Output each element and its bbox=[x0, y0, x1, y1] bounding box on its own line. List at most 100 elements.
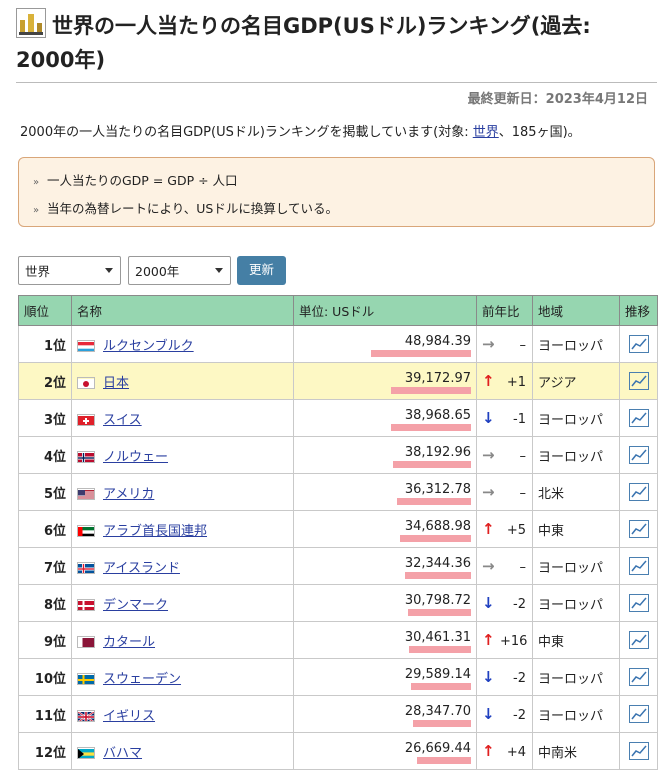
change-value: +4 bbox=[506, 745, 526, 760]
chevron-down-icon bbox=[215, 268, 223, 273]
value-text: 39,172.97 bbox=[404, 371, 471, 386]
header-value[interactable]: 単位: USドル bbox=[293, 295, 477, 326]
arrow-right-icon: → bbox=[482, 335, 495, 353]
region-cell: 北米 bbox=[532, 473, 620, 511]
value-cell: 28,347.70 bbox=[293, 695, 477, 733]
trend-chart-icon[interactable] bbox=[628, 483, 649, 501]
change-cell: ↑ +1 bbox=[476, 362, 533, 400]
trend-chart-icon[interactable] bbox=[628, 372, 649, 390]
header-rank[interactable]: 順位 bbox=[18, 295, 72, 326]
arrow-up-icon: ↑ bbox=[482, 372, 495, 390]
arrow-up-icon: ↑ bbox=[482, 742, 495, 760]
value-bar bbox=[391, 424, 471, 431]
table-row: 8位 デンマーク 30,798.72 ↓ -2 ヨーロッパ bbox=[18, 584, 658, 622]
trend-chart-icon[interactable] bbox=[628, 668, 649, 686]
country-link[interactable]: スイス bbox=[103, 413, 142, 428]
page-title: 世界の一人当たりの名目GDP(USドル)ランキング(過去: 2000年) bbox=[16, 8, 656, 77]
year-select[interactable]: 2000年 bbox=[128, 256, 231, 285]
country-link[interactable]: ルクセンブルク bbox=[103, 339, 194, 354]
change-value: – bbox=[519, 449, 527, 464]
description-prefix: 2000年の一人当たりの名目GDP(USドル)ランキングを掲載しています(対象: bbox=[20, 125, 473, 140]
rank-cell: 1位 bbox=[18, 325, 72, 363]
chevron-down-icon bbox=[105, 268, 113, 273]
rank-cell: 2位 bbox=[18, 362, 72, 400]
last-updated: 最終更新日：2023年4月12日 bbox=[467, 92, 648, 107]
table-row: 11位 イギリス 28,347.70 ↓ -2 ヨーロッパ bbox=[18, 695, 658, 733]
value-text: 26,669.44 bbox=[404, 741, 471, 756]
value-text: 36,312.78 bbox=[404, 482, 471, 497]
value-cell: 38,192.96 bbox=[293, 436, 477, 474]
value-bar bbox=[408, 609, 471, 616]
table-header-row: 順位 名称 単位: USドル 前年比 地域 推移 bbox=[18, 295, 658, 326]
change-cell: → – bbox=[476, 473, 533, 511]
world-link[interactable]: 世界 bbox=[473, 125, 499, 140]
arrow-right-icon: → bbox=[482, 446, 495, 464]
value-text: 38,968.65 bbox=[404, 408, 471, 423]
flag-icon bbox=[77, 487, 95, 500]
value-cell: 34,688.98 bbox=[293, 510, 477, 548]
value-bar bbox=[393, 461, 471, 468]
table-row: 4位 ノルウェー 38,192.96 → – ヨーロッパ bbox=[18, 436, 658, 474]
trend-cell bbox=[619, 362, 658, 400]
change-value: +16 bbox=[500, 634, 528, 649]
region-select[interactable]: 世界 bbox=[18, 256, 121, 285]
value-cell: 30,461.31 bbox=[293, 621, 477, 659]
header-name[interactable]: 名称 bbox=[71, 295, 294, 326]
trend-chart-icon[interactable] bbox=[628, 446, 649, 464]
change-value: -2 bbox=[513, 597, 526, 612]
flag-icon bbox=[77, 635, 95, 648]
region-cell: ヨーロッパ bbox=[532, 695, 620, 733]
country-link[interactable]: スウェーデン bbox=[103, 672, 181, 687]
trend-chart-icon[interactable] bbox=[628, 409, 649, 427]
value-cell: 30,798.72 bbox=[293, 584, 477, 622]
country-link[interactable]: イギリス bbox=[103, 709, 155, 724]
table-row: 2位 日本 39,172.97 ↑ +1 アジア bbox=[18, 362, 658, 400]
country-link[interactable]: アラブ首長国連邦 bbox=[103, 524, 207, 539]
header-trend[interactable]: 推移 bbox=[619, 295, 658, 326]
trend-chart-icon[interactable] bbox=[628, 742, 649, 760]
value-bar bbox=[413, 720, 471, 727]
trend-cell bbox=[619, 436, 658, 474]
description-suffix: 、185ヶ国)。 bbox=[498, 125, 581, 140]
rank-cell: 3位 bbox=[18, 399, 72, 437]
trend-chart-icon[interactable] bbox=[628, 557, 649, 575]
trend-cell bbox=[619, 732, 658, 770]
change-value: -2 bbox=[513, 708, 526, 723]
bullet-icon: » bbox=[33, 205, 40, 216]
trend-chart-icon[interactable] bbox=[628, 335, 649, 353]
flag-icon bbox=[77, 413, 95, 426]
rank-cell: 10位 bbox=[18, 658, 72, 696]
header-region[interactable]: 地域 bbox=[532, 295, 620, 326]
country-cell: カタール bbox=[71, 621, 294, 659]
title-divider bbox=[16, 82, 657, 83]
description: 2000年の一人当たりの名目GDP(USドル)ランキングを掲載しています(対象:… bbox=[20, 121, 581, 140]
header-change[interactable]: 前年比 bbox=[476, 295, 533, 326]
change-value: -2 bbox=[513, 671, 526, 686]
country-link[interactable]: ノルウェー bbox=[103, 450, 168, 465]
change-cell: → – bbox=[476, 436, 533, 474]
country-cell: ルクセンブルク bbox=[71, 325, 294, 363]
country-link[interactable]: カタール bbox=[103, 635, 155, 650]
note-item: » 一人当たりのGDP = GDP ÷ 人口 bbox=[33, 168, 654, 196]
country-link[interactable]: 日本 bbox=[103, 376, 129, 391]
trend-cell bbox=[619, 584, 658, 622]
trend-chart-icon[interactable] bbox=[628, 705, 649, 723]
country-link[interactable]: バハマ bbox=[103, 746, 142, 761]
change-value: – bbox=[519, 560, 527, 575]
trend-chart-icon[interactable] bbox=[628, 594, 649, 612]
note-text: 一人当たりのGDP = GDP ÷ 人口 bbox=[47, 173, 238, 188]
note-box: » 一人当たりのGDP = GDP ÷ 人口 » 当年の為替レートにより、USドルに… bbox=[18, 157, 655, 227]
trend-chart-icon[interactable] bbox=[628, 631, 649, 649]
arrow-right-icon: → bbox=[482, 557, 495, 575]
change-value: +5 bbox=[506, 523, 526, 538]
country-link[interactable]: アイスランド bbox=[103, 561, 180, 576]
update-button[interactable]: 更新 bbox=[237, 256, 286, 285]
trend-cell bbox=[619, 510, 658, 548]
trophy-icon bbox=[16, 8, 46, 38]
rank-cell: 11位 bbox=[18, 695, 72, 733]
country-link[interactable]: デンマーク bbox=[103, 598, 168, 613]
country-cell: アイスランド bbox=[71, 547, 294, 585]
region-cell: ヨーロッパ bbox=[532, 584, 620, 622]
trend-chart-icon[interactable] bbox=[628, 520, 649, 538]
country-link[interactable]: アメリカ bbox=[103, 487, 154, 502]
